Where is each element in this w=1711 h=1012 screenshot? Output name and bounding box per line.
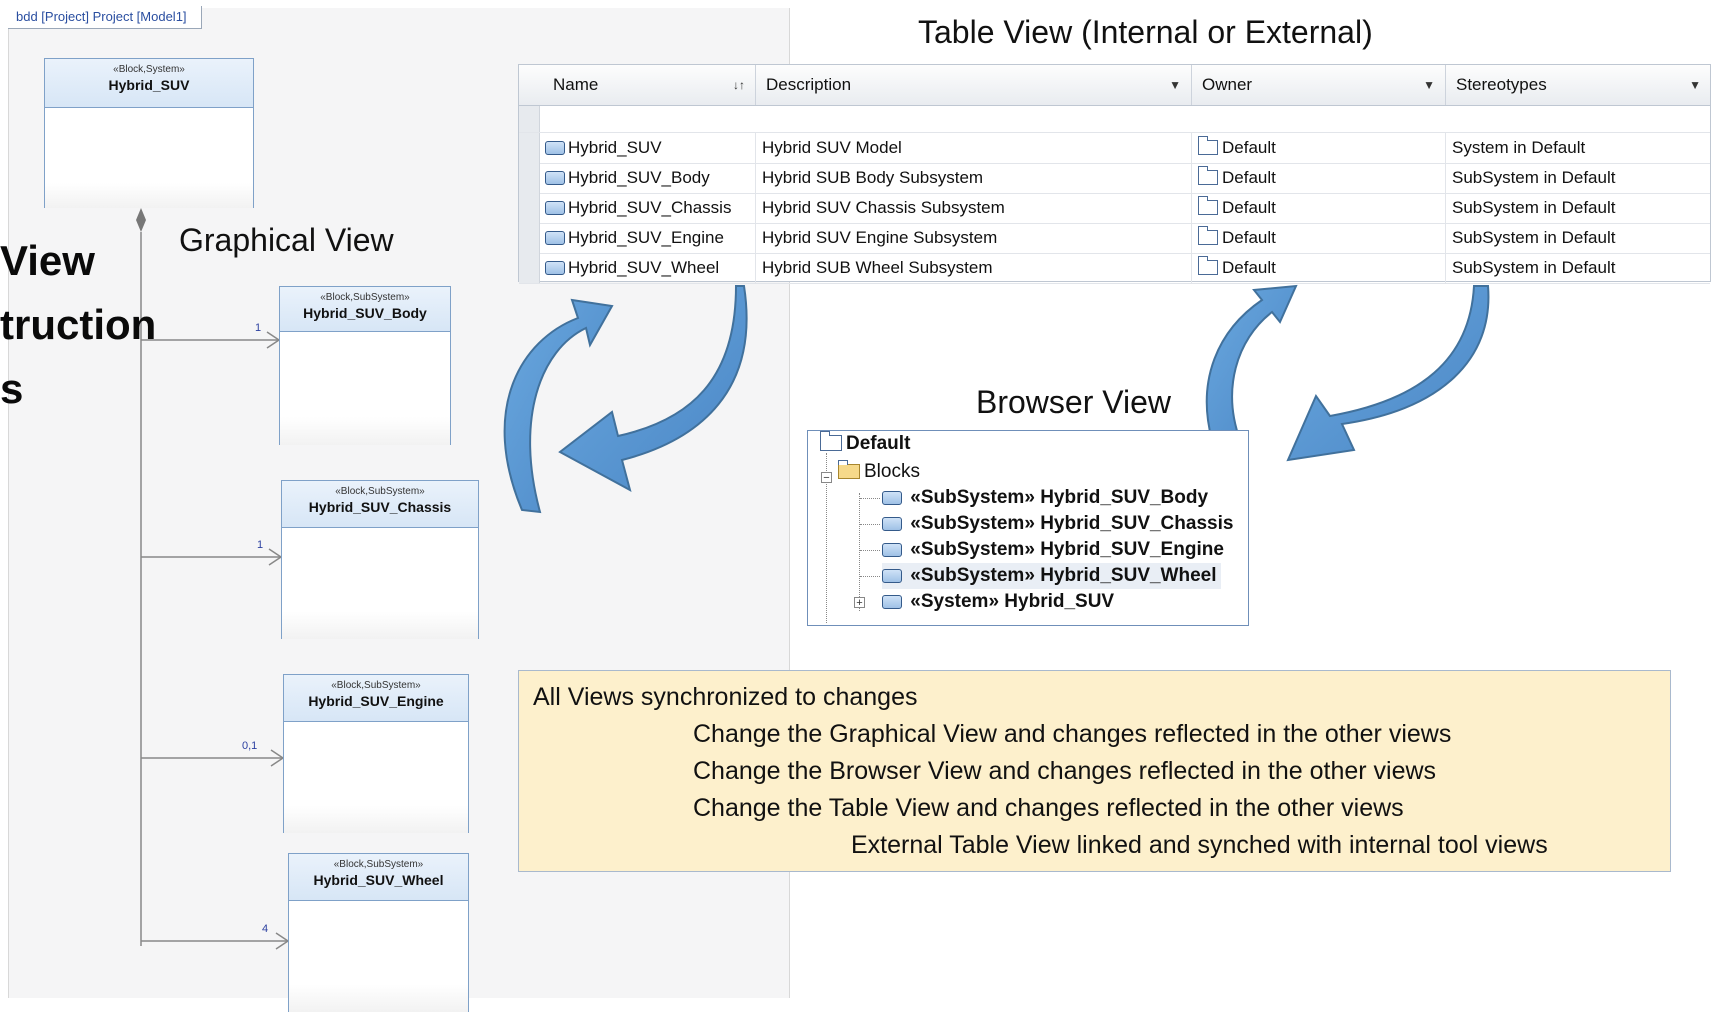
sync-arrow-icon-table-to-browser [1286,285,1490,462]
tree-guide [860,550,880,551]
package-folder-icon [819,431,842,451]
tree-node-default[interactable]: Default [819,431,910,457]
note-line-3: Change the Browser View and changes refl… [693,757,1437,785]
browser-view: Default − Blocks «SubSystem» Hybrid_SUV_… [807,430,1249,626]
tree-guide [859,493,860,611]
block-icon [882,543,902,557]
note-line-2: Change the Graphical View and changes re… [693,720,1452,748]
tree-guide [860,524,880,525]
tree-node-hybrid-suv-body[interactable]: «SubSystem» Hybrid_SUV_Body [882,485,1208,511]
sync-arrow-icon-graphical-to-table [503,298,614,514]
synchronization-notes: All Views synchronized to changes Change… [518,670,1671,872]
tree-node-hybrid-suv-wheel[interactable]: «SubSystem» Hybrid_SUV_Wheel [882,563,1221,589]
block-icon [882,569,902,583]
block-icon [882,595,902,609]
tree-node-blocks[interactable]: Blocks [837,459,920,485]
tree-guide [860,498,880,499]
block-icon [882,491,902,505]
note-line-1: All Views synchronized to changes [533,683,918,711]
note-line-5: External Table View linked and synched w… [851,831,1548,859]
tree-node-hybrid-suv-chassis[interactable]: «SubSystem» Hybrid_SUV_Chassis [882,511,1233,537]
tree-node-hybrid-suv-engine[interactable]: «SubSystem» Hybrid_SUV_Engine [882,537,1224,563]
tree-node-hybrid-suv[interactable]: «System» Hybrid_SUV [882,589,1114,615]
expand-toggle-icon[interactable]: + [854,597,865,609]
note-line-4: Change the Table View and changes reflec… [693,794,1404,822]
sync-arrow-icon-browser-to-table [1205,284,1298,441]
open-folder-icon [837,460,860,479]
collapse-toggle-icon[interactable]: − [821,472,832,484]
tree-guide [860,576,880,577]
block-icon [882,517,902,531]
